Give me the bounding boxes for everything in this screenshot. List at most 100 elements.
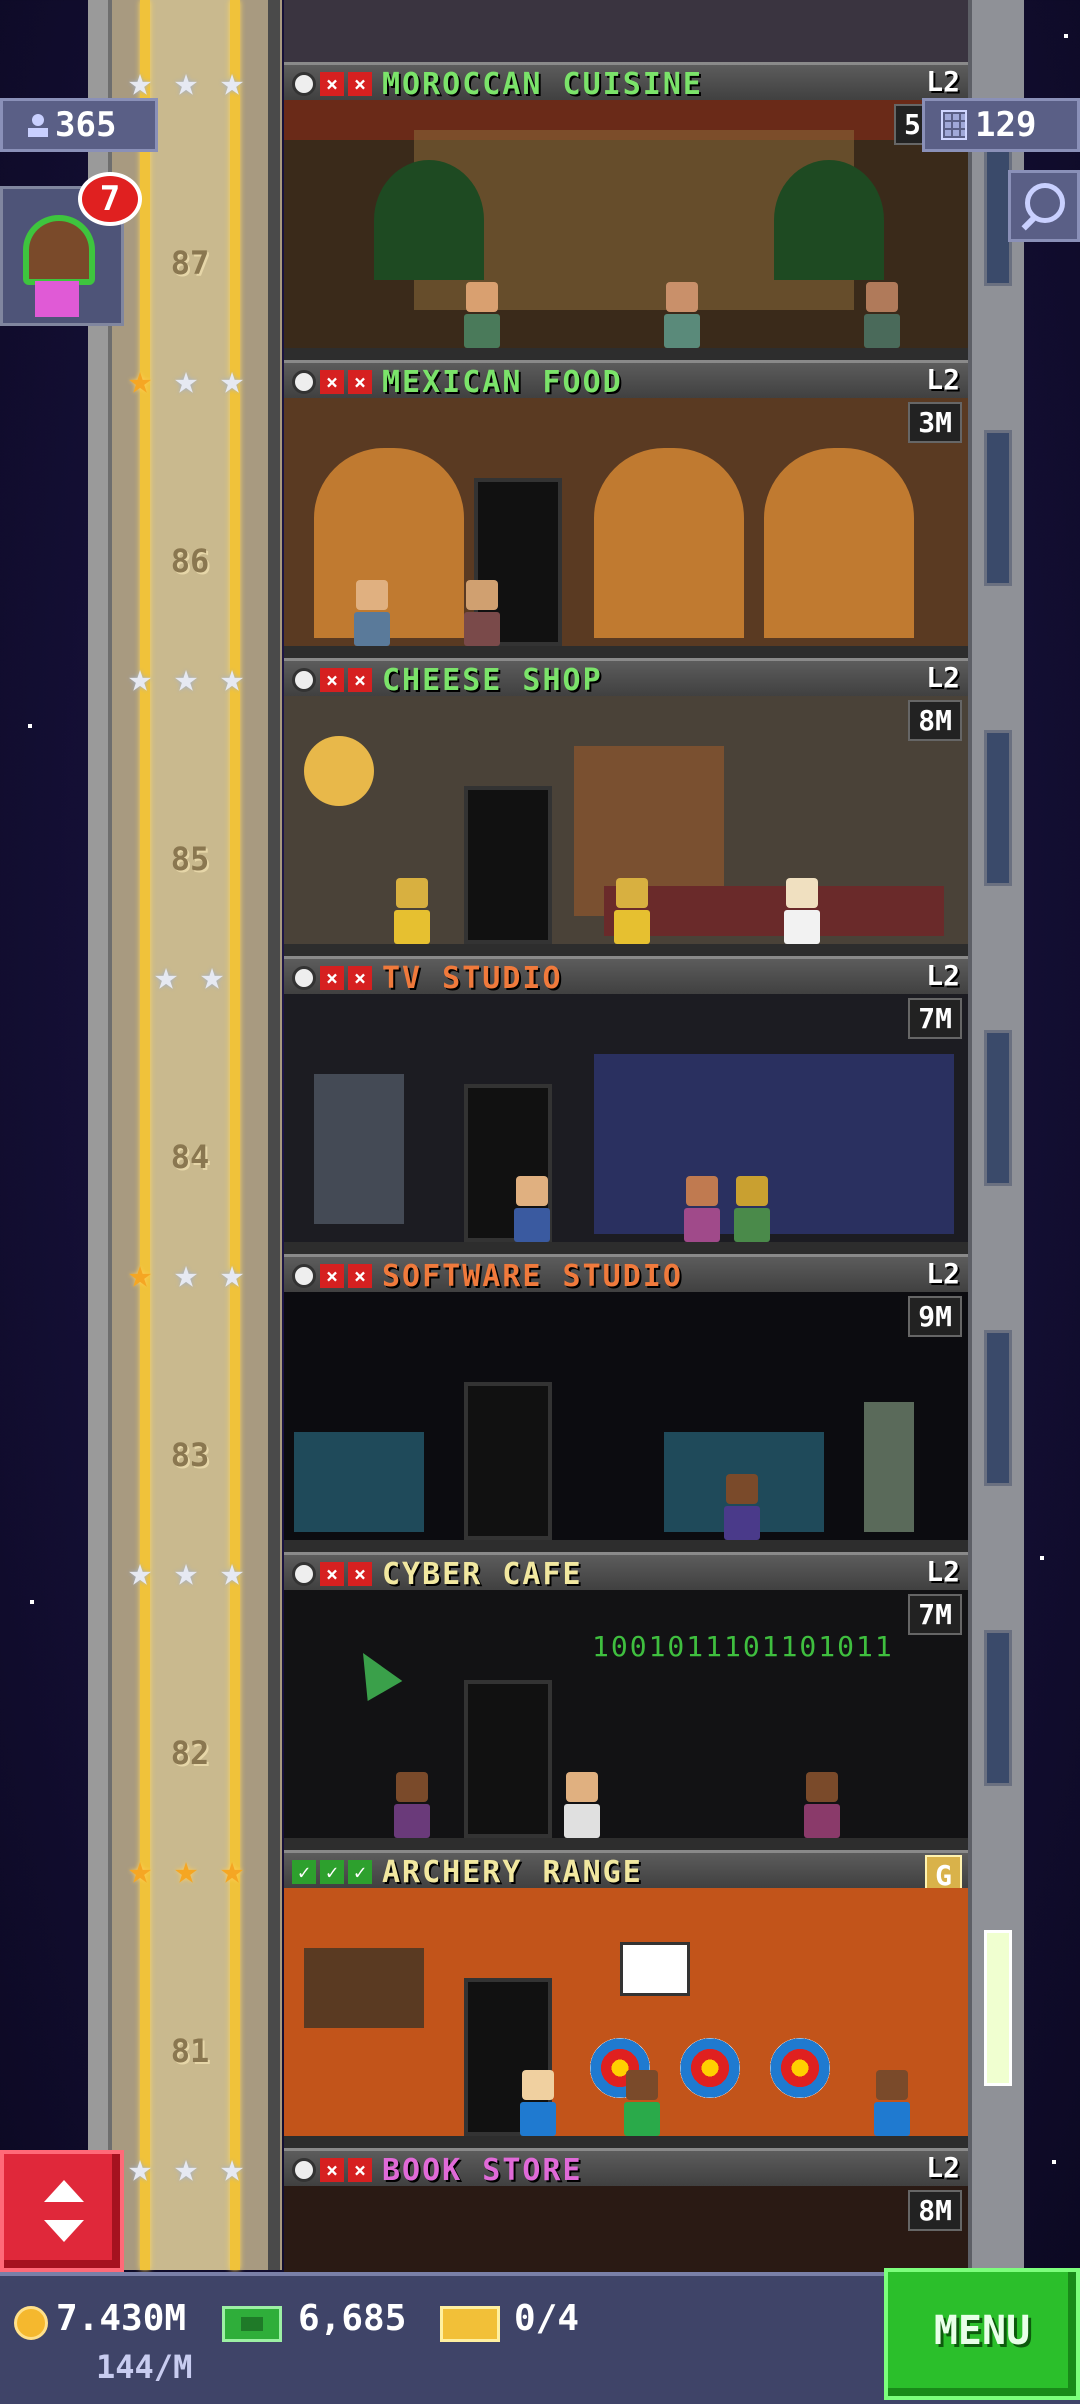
golden-ticket-icon — [440, 2306, 500, 2342]
floor-software-studio[interactable]: × × SOFTWARE STUDIO L2 9M — [284, 1254, 968, 1552]
coins-value: 7.430M — [56, 2298, 187, 2339]
floor-level: L2 — [926, 661, 960, 694]
population-value: 365 — [55, 105, 117, 145]
clock-icon — [292, 370, 316, 394]
floors-counter[interactable]: 129 — [922, 98, 1080, 152]
gold-star-icon: ★ — [127, 1251, 153, 1297]
floor-stock-time: 9M — [908, 1296, 962, 1337]
floor-stars: ★ ★ ★ — [120, 62, 252, 102]
search-button[interactable] — [1008, 170, 1080, 242]
floor-name: ARCHERY RANGE — [382, 1854, 643, 1890]
floor-cyber-cafe[interactable]: × × CYBER CAFE L2 1001011101101011 7M — [284, 1552, 968, 1850]
floor-room — [284, 2186, 968, 2272]
floor-header: × × BOOK STORE L2 — [284, 2148, 968, 2189]
floor-header: × × TV STUDIO L2 — [284, 956, 968, 997]
x-icon: × — [348, 72, 372, 96]
floor-status: ✓ ✓ ✓ — [292, 1860, 372, 1884]
stage-backdrop — [594, 1054, 954, 1234]
floor-header: × × MEXICAN FOOD L2 — [284, 360, 968, 401]
floor-number: 83 — [170, 1436, 210, 1474]
golden-tickets-value: 0/4 — [514, 2298, 580, 2339]
floor-level: L2 — [926, 1555, 960, 1588]
floor-stock-time: 8M — [908, 700, 962, 741]
coin-icon — [14, 2306, 48, 2340]
elevator-rail-left — [140, 0, 150, 2270]
menu-button[interactable]: MENU — [884, 2268, 1080, 2400]
floor-header: × × CHEESE SHOP L2 — [284, 658, 968, 699]
x-icon: × — [320, 370, 344, 394]
floor-stars: ★ ★ ★ — [120, 1850, 252, 1890]
tower-window — [984, 730, 1012, 886]
visitor-person — [804, 1772, 840, 1838]
floor-name: SOFTWARE STUDIO — [382, 1258, 683, 1294]
check-icon: ✓ — [292, 1860, 316, 1884]
sky-star — [1040, 1556, 1044, 1560]
clock-icon — [292, 2158, 316, 2182]
avatar-body — [35, 281, 79, 317]
x-icon: × — [320, 966, 344, 990]
population-icon — [28, 114, 48, 137]
silver-star-icon: ★ — [219, 655, 245, 701]
floor-status: × × — [292, 2158, 372, 2182]
population-counter[interactable]: 365 — [0, 98, 158, 152]
arrow-down-icon — [44, 2220, 84, 2242]
clock-icon — [292, 72, 316, 96]
silver-star-icon: ★ — [219, 1251, 245, 1297]
visitor-person — [684, 1176, 720, 1242]
plant-decor — [374, 160, 484, 280]
floor-tv-studio[interactable]: × × TV STUDIO L2 7M — [284, 956, 968, 1254]
tower-window — [984, 1330, 1012, 1486]
floor-mexican-food[interactable]: × × MEXICAN FOOD L2 3M — [284, 360, 968, 658]
floor-number: 82 — [170, 1734, 210, 1772]
floor-stock-time: 8M — [908, 2190, 962, 2231]
x-icon: × — [348, 1562, 372, 1586]
target-board — [770, 2038, 830, 2098]
floor-stars: ★ ★ ★ — [120, 1552, 252, 1592]
floor-header: × × MOROCCAN CUISINE L2 — [284, 62, 968, 103]
x-icon: × — [348, 966, 372, 990]
room-door — [464, 786, 552, 944]
floor-number: 86 — [170, 542, 210, 580]
floor-cheese-shop[interactable]: × × CHEESE SHOP L2 8M — [284, 658, 968, 956]
search-icon-handle — [1021, 213, 1039, 231]
clock-icon — [292, 668, 316, 692]
binary-code-sign: 1001011101101011 — [592, 1630, 894, 1663]
floor-header: × × CYBER CAFE L2 — [284, 1552, 968, 1593]
floor-stars: ★ ★ ★ — [120, 360, 252, 400]
visitor-person — [520, 2070, 556, 2136]
floor-book-store[interactable]: × × BOOK STORE L2 8M — [284, 2148, 968, 2272]
floor-archery-range[interactable]: ✓ ✓ ✓ ARCHERY RANGE G — [284, 1850, 968, 2148]
floor-level: L2 — [926, 1257, 960, 1290]
silver-star-icon: ★ — [173, 655, 199, 701]
clock-icon — [292, 1264, 316, 1288]
x-icon: × — [320, 2158, 344, 2182]
floor-stars: ★ ★ ★ — [120, 2148, 252, 2188]
silver-star-icon: ★ — [173, 59, 199, 105]
weapon-rack — [304, 1948, 424, 2028]
arrow-up-icon — [44, 2180, 84, 2202]
floor-status: × × — [292, 668, 372, 692]
floor-moroccan-cuisine[interactable]: × × MOROCCAN CUISINE L2 5 — [284, 62, 968, 360]
x-icon: × — [348, 668, 372, 692]
arch-decor — [764, 448, 914, 638]
target-board — [680, 2038, 740, 2098]
tower-window — [984, 1030, 1012, 1186]
elevator-button[interactable] — [0, 2150, 124, 2272]
floor-status: × × — [292, 370, 372, 394]
silver-star-icon: ★ — [127, 655, 153, 701]
visitor-person — [464, 282, 500, 348]
shopkeeper-person — [784, 878, 820, 944]
floor-stars: ★ ★ ★ — [120, 658, 252, 698]
x-icon: × — [348, 370, 372, 394]
floor-room — [284, 1292, 968, 1552]
floor-room — [284, 696, 968, 956]
floor-name: CHEESE SHOP — [382, 662, 603, 698]
floor-name: TV STUDIO — [382, 960, 563, 996]
visitor-person — [564, 1772, 600, 1838]
floor-name: BOOK STORE — [382, 2152, 583, 2188]
floor-status: × × — [292, 72, 372, 96]
visitor-person — [864, 282, 900, 348]
silver-star-icon: ★ — [173, 2145, 199, 2191]
avatar — [23, 215, 95, 285]
room-wall — [284, 1590, 968, 1850]
